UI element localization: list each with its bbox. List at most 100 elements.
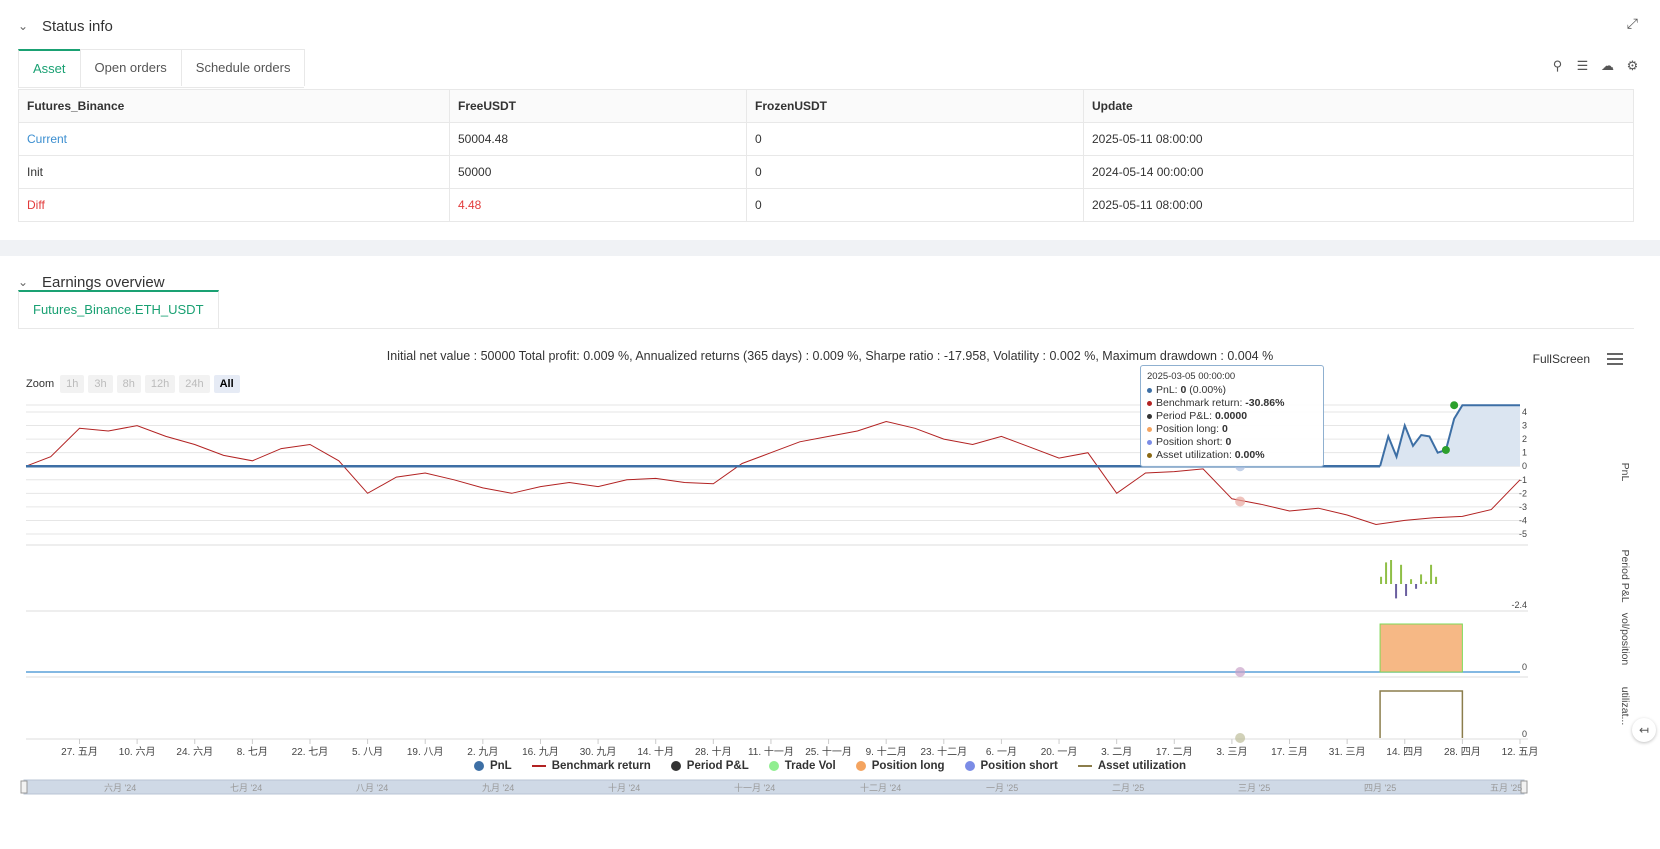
navigator-label: 二月 '25 xyxy=(1112,783,1144,793)
legend-label: Asset utilization xyxy=(1097,760,1187,772)
x-tick-label: 17. 三月 xyxy=(1271,746,1308,758)
legend-label: Position long xyxy=(871,760,945,772)
search-icon[interactable]: ⚲ xyxy=(1550,58,1565,73)
y-tick-label: -3 xyxy=(1519,502,1527,512)
x-tick-label: 14. 四月 xyxy=(1386,746,1423,758)
navigator-label: 九月 '24 xyxy=(482,783,514,793)
y-tick-label: 0 xyxy=(1522,461,1527,471)
zoom-controls: Zoom 1h 3h 8h 12h 24h All xyxy=(26,375,244,393)
y-tick-label: -5 xyxy=(1519,529,1527,539)
x-tick-label: 25. 十一月 xyxy=(805,745,852,758)
navigator-label: 三月 '25 xyxy=(1238,783,1270,793)
table-cell: 0 xyxy=(746,188,1084,222)
legend-item-trade-vol[interactable]: Trade Vol xyxy=(768,760,836,772)
table-cell: 50000 xyxy=(449,155,747,189)
hover-marker xyxy=(1235,733,1246,743)
tooltip-dot xyxy=(1147,452,1152,458)
fullscreen-button[interactable]: FullScreen xyxy=(1533,352,1590,366)
period-pnl-bar xyxy=(1425,581,1428,584)
tooltip-row: Benchmark return: -30.86% xyxy=(1147,397,1317,410)
legend-label: Period P&L xyxy=(686,760,749,772)
tab-asset[interactable]: Asset xyxy=(18,49,81,87)
axis-title: utilizat... xyxy=(1619,687,1631,726)
y-tick-label: 4 xyxy=(1522,407,1527,417)
table-row: Diff 4.48 0 2025-05-11 08:00:00 xyxy=(18,188,1634,222)
tooltip-row: Position long: 0 xyxy=(1147,423,1317,436)
axis-title: vol/position xyxy=(1619,613,1631,666)
tab-schedule-orders[interactable]: Schedule orders xyxy=(180,49,306,86)
x-tick-label: 10. 六月 xyxy=(119,746,156,758)
tooltip-label: Period P&L: xyxy=(1156,410,1215,422)
legend-symbol xyxy=(1077,765,1092,767)
x-tick-label: 5. 八月 xyxy=(352,746,383,758)
legend-symbol xyxy=(964,761,975,771)
hover-marker xyxy=(1235,667,1246,677)
legend-item-position-long[interactable]: Position long xyxy=(855,760,945,772)
column-header: Update xyxy=(1083,89,1634,123)
x-tick-label: 31. 三月 xyxy=(1329,746,1366,758)
collapse-icon[interactable]: ⤢ xyxy=(1627,15,1638,32)
period-pnl-bar xyxy=(1430,564,1433,584)
earnings-overview-panel: ⌄ Earnings overview Futures_Binance.ETH_… xyxy=(0,256,1660,849)
navigator-label: 六月 '24 xyxy=(104,782,136,793)
x-tick-label: 27. 五月 xyxy=(61,746,98,758)
row-label-diff: Diff xyxy=(18,188,450,222)
legend-item-benchmark-return[interactable]: Benchmark return xyxy=(531,760,651,772)
legend-item-period-pnl[interactable]: Period P&L xyxy=(670,760,749,772)
legend-item-position-short[interactable]: Position short xyxy=(964,760,1058,772)
legend-item-asset-utilization[interactable]: Asset utilization xyxy=(1077,760,1187,772)
zoom-12h-button[interactable]: 12h xyxy=(144,375,176,393)
zoom-8h-button[interactable]: 8h xyxy=(116,375,141,393)
axis-title: Period P&L xyxy=(1619,549,1631,602)
x-tick-label: 14. 十月 xyxy=(637,745,674,758)
tooltip-label: Asset utilization: xyxy=(1156,449,1235,461)
legend-symbol xyxy=(531,765,546,767)
tooltip-dot xyxy=(1147,387,1152,393)
x-tick-label: 28. 四月 xyxy=(1444,746,1481,758)
chart-tooltip: 2025-03-05 00:00:00 PnL: 0 (0.00%) Bench… xyxy=(1140,365,1324,467)
tooltip-dot xyxy=(1147,400,1152,406)
asset-table: Futures_Binance FreeUSDT FrozenUSDT Upda… xyxy=(18,89,1634,222)
navigator-label: 七月 '24 xyxy=(230,783,262,793)
x-tick-label: 3. 三月 xyxy=(1216,746,1247,758)
tooltip-row: PnL: 0 (0.00%) xyxy=(1147,384,1317,397)
zoom-label: Zoom xyxy=(26,378,55,390)
status-info-panel: ⌄ Status info ⤢ Asset Open orders Schedu… xyxy=(0,0,1660,240)
cloud-download-icon[interactable]: ☁ xyxy=(1600,58,1615,73)
x-tick-label: 30. 九月 xyxy=(580,746,617,758)
zoom-all-button[interactable]: All xyxy=(213,375,240,393)
list-icon[interactable]: ☰ xyxy=(1575,58,1590,73)
row-label-current[interactable]: Current xyxy=(18,122,450,156)
x-tick-label: 24. 六月 xyxy=(176,746,213,758)
trade-marker xyxy=(1450,401,1459,410)
x-tick-label: 8. 七月 xyxy=(237,746,268,758)
navigator-label: 十月 '24 xyxy=(608,782,640,793)
status-toolbar: ⚲ ☰ ☁ ⚙ xyxy=(1550,58,1640,73)
y-tick-label: -2.4 xyxy=(1511,600,1527,610)
period-pnl-bar xyxy=(1380,576,1383,584)
navigator-handle-left xyxy=(20,780,28,794)
position-long-bar xyxy=(1379,623,1463,673)
zoom-1h-button[interactable]: 1h xyxy=(60,375,85,393)
legend-item-pnl[interactable]: PnL xyxy=(473,760,512,772)
zoom-24h-button[interactable]: 24h xyxy=(179,375,210,393)
tooltip-label: Benchmark return: xyxy=(1156,397,1246,409)
period-pnl-bar xyxy=(1400,564,1403,584)
scroll-to-top-icon[interactable]: ↤ xyxy=(1632,718,1656,742)
tooltip-label: Position short: xyxy=(1156,436,1226,448)
zoom-3h-button[interactable]: 3h xyxy=(88,375,113,393)
y-tick-label: 2 xyxy=(1522,434,1527,444)
trade-marker xyxy=(1441,445,1450,454)
x-tick-label: 9. 十二月 xyxy=(866,745,907,758)
table-cell: 0 xyxy=(746,122,1084,156)
row-label-init: Init xyxy=(18,155,450,189)
table-cell: 2025-05-11 08:00:00 xyxy=(1083,122,1634,156)
gear-icon[interactable]: ⚙ xyxy=(1625,58,1640,73)
status-info-header[interactable]: ⌄ Status info xyxy=(18,14,113,38)
table-cell: 2024-05-14 00:00:00 xyxy=(1083,155,1634,189)
chevron-down-icon[interactable]: ⌄ xyxy=(18,20,30,32)
tab-open-orders[interactable]: Open orders xyxy=(79,49,182,86)
period-pnl-bar xyxy=(1405,584,1408,596)
tooltip-label: Position long: xyxy=(1156,423,1222,435)
chart-menu-icon[interactable] xyxy=(1607,350,1623,368)
